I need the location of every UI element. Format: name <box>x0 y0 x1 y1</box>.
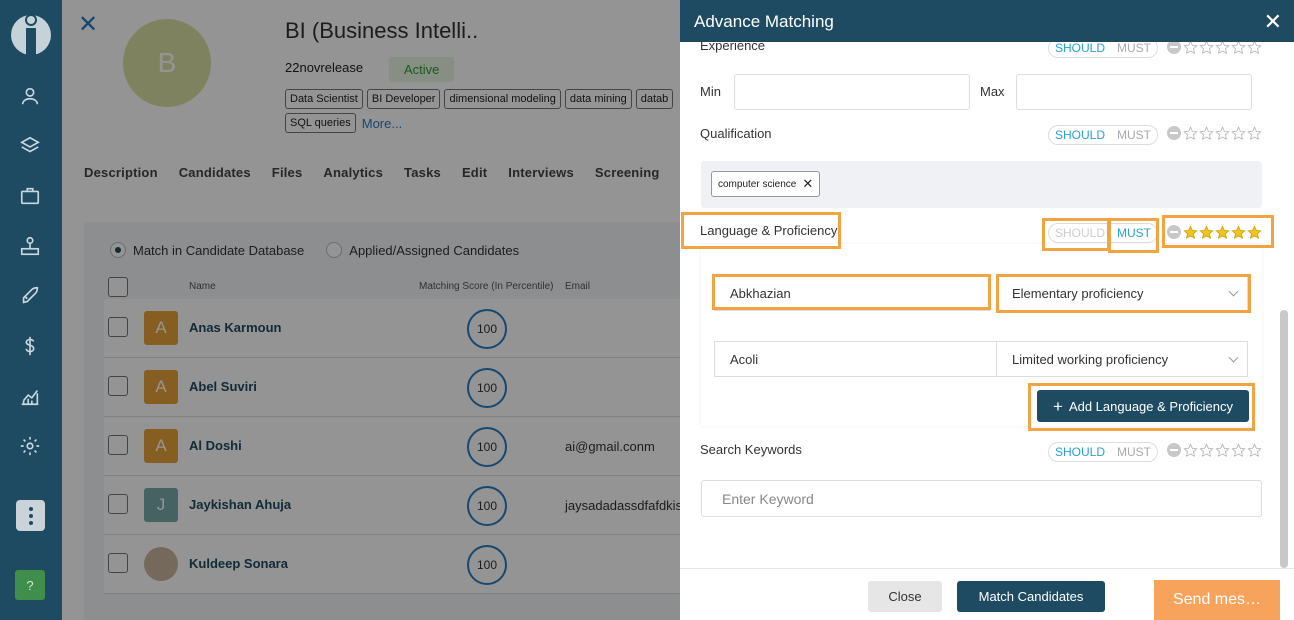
close-icon[interactable]: ✕ <box>1264 9 1282 35</box>
star-icon[interactable] <box>1215 42 1230 55</box>
star-icon[interactable] <box>1199 442 1214 458</box>
qualification-should-must-toggle[interactable]: SHOULD MUST <box>1048 125 1158 145</box>
qualification-tag-input[interactable]: computer science ✕ <box>701 161 1262 208</box>
clear-rating-icon[interactable] <box>1167 42 1181 54</box>
min-label: Min <box>700 84 721 99</box>
close-button[interactable]: Close <box>868 581 942 612</box>
qualification-star-rating[interactable] <box>1167 124 1262 142</box>
star-icon[interactable] <box>1183 224 1198 240</box>
should-option[interactable]: SHOULD <box>1049 226 1111 240</box>
language-value: Acoli <box>730 351 759 367</box>
star-icon[interactable] <box>1215 442 1230 458</box>
star-icon[interactable] <box>1215 224 1230 240</box>
star-icon[interactable] <box>1247 125 1262 141</box>
logo-icon[interactable] <box>10 10 52 56</box>
chart-icon[interactable] <box>18 384 42 408</box>
add-language-label: Add Language & Proficiency <box>1068 398 1233 414</box>
language-select[interactable]: Acoli <box>714 341 998 377</box>
star-icon[interactable] <box>1247 224 1262 240</box>
min-experience-input[interactable] <box>734 74 970 110</box>
chip-label: computer science <box>718 178 797 190</box>
max-experience-input[interactable] <box>1016 74 1252 110</box>
language-panel: Abkhazian Elementary proficiency Acoli L… <box>701 244 1262 426</box>
star-icon[interactable] <box>1247 442 1262 458</box>
must-option[interactable]: MUST <box>1111 42 1157 55</box>
experience-should-must-toggle[interactable]: SHOULD MUST <box>1048 42 1158 58</box>
match-candidates-button[interactable]: Match Candidates <box>957 581 1105 612</box>
star-icon[interactable] <box>1247 42 1262 55</box>
user-icon[interactable] <box>18 84 42 108</box>
must-option[interactable]: MUST <box>1111 445 1157 459</box>
keyword-placeholder: Enter Keyword <box>722 490 814 507</box>
must-option[interactable]: MUST <box>1111 128 1157 142</box>
send-message-button[interactable]: Send mes… <box>1154 580 1280 620</box>
star-icon[interactable] <box>1231 442 1246 458</box>
proficiency-value: Limited working proficiency <box>1012 351 1169 367</box>
plus-icon: + <box>1053 396 1063 416</box>
more-icon[interactable] <box>16 500 45 531</box>
rocket-icon[interactable] <box>18 284 42 308</box>
help-icon[interactable]: ? <box>15 570 45 600</box>
experience-star-rating[interactable] <box>1167 42 1262 56</box>
clear-rating-icon[interactable] <box>1167 225 1181 239</box>
modal-header: Advance Matching ✕ <box>680 0 1294 42</box>
remove-chip-icon[interactable]: ✕ <box>802 176 813 192</box>
star-icon[interactable] <box>1215 125 1230 141</box>
sidebar: ? <box>0 0 62 620</box>
keywords-should-must-toggle[interactable]: SHOULD MUST <box>1048 442 1158 462</box>
chevron-down-icon <box>1228 286 1239 297</box>
advance-matching-modal: Advance Matching ✕ Experience SHOULD MUS… <box>680 0 1294 620</box>
proficiency-select[interactable]: Elementary proficiency <box>996 275 1248 311</box>
briefcase-icon[interactable] <box>18 184 42 208</box>
should-option[interactable]: SHOULD <box>1049 445 1111 459</box>
clear-rating-icon[interactable] <box>1167 443 1181 457</box>
layers-icon[interactable] <box>18 134 42 158</box>
language-label: Language & Proficiency <box>700 223 838 238</box>
experience-label: Experience <box>700 42 766 53</box>
language-value: Abkhazian <box>730 285 791 301</box>
modal-scrollbar[interactable] <box>1280 310 1288 568</box>
dollar-icon[interactable] <box>18 334 42 358</box>
language-should-must-toggle[interactable]: SHOULD MUST <box>1048 223 1158 243</box>
star-icon[interactable] <box>1231 125 1246 141</box>
keyword-input[interactable]: Enter Keyword <box>701 480 1262 517</box>
star-icon[interactable] <box>1183 42 1198 55</box>
star-icon[interactable] <box>1231 224 1246 240</box>
keywords-label: Search Keywords <box>700 442 802 457</box>
add-language-button[interactable]: + Add Language & Proficiency <box>1037 390 1249 422</box>
star-icon[interactable] <box>1183 442 1198 458</box>
qualification-chip: computer science ✕ <box>711 171 821 197</box>
keywords-star-rating[interactable] <box>1167 441 1262 459</box>
proficiency-value: Elementary proficiency <box>1012 285 1144 301</box>
org-chart-icon[interactable] <box>18 234 42 258</box>
clear-rating-icon[interactable] <box>1167 126 1181 140</box>
language-select[interactable]: Abkhazian <box>714 275 990 311</box>
star-icon[interactable] <box>1183 125 1198 141</box>
chevron-down-icon <box>1228 352 1239 363</box>
star-icon[interactable] <box>1231 42 1246 55</box>
proficiency-select[interactable]: Limited working proficiency <box>996 341 1248 377</box>
should-option[interactable]: SHOULD <box>1049 128 1111 142</box>
must-option[interactable]: MUST <box>1111 226 1157 240</box>
star-icon[interactable] <box>1199 224 1214 240</box>
language-star-rating[interactable] <box>1167 223 1262 241</box>
qualification-label: Qualification <box>700 126 772 141</box>
modal-body: Experience SHOULD MUST Min Max Qualifica… <box>680 42 1294 568</box>
star-icon[interactable] <box>1199 125 1214 141</box>
max-label: Max <box>980 84 1005 99</box>
should-option[interactable]: SHOULD <box>1049 42 1111 55</box>
star-icon[interactable] <box>1199 42 1214 55</box>
modal-title: Advance Matching <box>694 12 834 31</box>
gear-icon[interactable] <box>18 434 42 458</box>
